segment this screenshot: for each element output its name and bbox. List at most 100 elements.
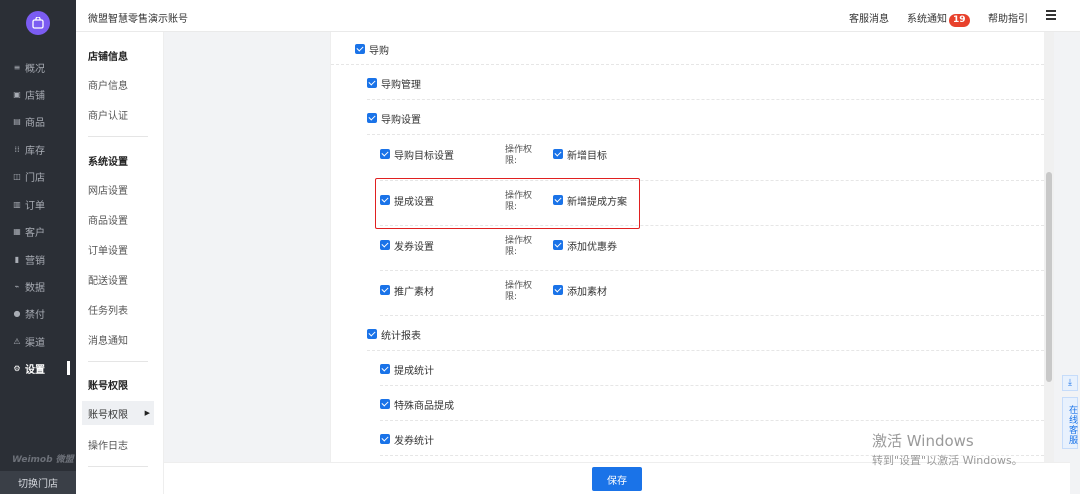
- subnav-item[interactable]: 配送设置: [88, 272, 128, 287]
- subnav-item[interactable]: 操作日志: [88, 437, 128, 452]
- nav-item-marketing[interactable]: ▮ 营销: [0, 248, 76, 270]
- inventory-icon: ⁞⁞: [14, 144, 20, 154]
- perm-label: 发券设置: [394, 242, 434, 253]
- divider: [88, 361, 148, 362]
- brand-logo: Weimob 微盟: [12, 455, 74, 465]
- subnav-item[interactable]: 商户信息: [88, 77, 128, 92]
- tree-row: 导购: [331, 32, 1044, 65]
- perm-action-label: 添加素材: [567, 287, 607, 298]
- tree-row: 导购目标设置 操作权限: 新增目标: [380, 135, 1044, 181]
- tree-row: 提成统计: [380, 351, 1044, 386]
- activation-watermark-text: 转到"设置"以激活 Windows。: [872, 454, 1023, 467]
- shop-icon: ◫: [13, 171, 21, 181]
- checkbox[interactable]: [367, 78, 377, 88]
- nav-item-shops[interactable]: ◫ 门店: [0, 165, 76, 187]
- perm-label: 统计报表: [381, 331, 421, 342]
- online-service-button[interactable]: 在线客服: [1062, 397, 1078, 449]
- gear-icon: ⚙: [13, 363, 21, 373]
- highlight-box: [375, 178, 640, 229]
- pay-icon: ●: [13, 308, 21, 318]
- help-link[interactable]: 帮助指引: [988, 10, 1028, 25]
- nav-item-customers[interactable]: ▦ 客户: [0, 220, 76, 242]
- nav-item-orders[interactable]: ▥ 订单: [0, 193, 76, 215]
- subnav-item[interactable]: 任务列表: [88, 302, 128, 317]
- customers-icon: ▦: [13, 226, 21, 236]
- operation-permission-label: 操作权限:: [505, 236, 533, 257]
- system-notice-link[interactable]: 系统通知 19: [907, 10, 970, 27]
- tree-row: 统计报表: [367, 316, 1044, 351]
- permission-tree-panel: 导购 导购管理 导购设置 导购目标设置 操作权限: 新增目标 提成设置 操作权限…: [330, 32, 1044, 462]
- caret-right-icon: ▶: [144, 409, 150, 417]
- checkbox[interactable]: [355, 44, 365, 54]
- perm-label: 特殊商品提成: [394, 401, 454, 412]
- checkbox[interactable]: [380, 285, 390, 295]
- subnav-group-title: 系统设置: [88, 157, 128, 168]
- checkbox[interactable]: [380, 240, 390, 250]
- scrollbar[interactable]: [1044, 32, 1054, 462]
- marketing-icon: ▮: [14, 254, 20, 264]
- subnav-item[interactable]: 消息通知: [88, 332, 128, 347]
- tree-row: 导购设置: [367, 100, 1044, 135]
- checkbox[interactable]: [380, 434, 390, 444]
- subnav-item[interactable]: 商户认证: [88, 107, 128, 122]
- nav-item-channels[interactable]: ⚠ 渠道: [0, 330, 76, 352]
- download-icon[interactable]: ⤓: [1062, 375, 1078, 391]
- checkbox[interactable]: [553, 149, 563, 159]
- perm-label: 导购设置: [381, 115, 421, 126]
- checkbox[interactable]: [380, 399, 390, 409]
- service-messages-link[interactable]: 客服消息: [849, 10, 889, 25]
- tree-row: 发券设置 操作权限: 添加优惠券: [380, 226, 1044, 271]
- notice-count-badge: 19: [949, 14, 970, 27]
- checkbox[interactable]: [553, 240, 563, 250]
- checkbox[interactable]: [367, 113, 377, 123]
- perm-label: 导购: [369, 46, 389, 57]
- subnav-group-title: 账号权限: [88, 381, 128, 392]
- save-button[interactable]: 保存: [592, 467, 642, 491]
- operation-permission-label: 操作权限:: [505, 281, 533, 302]
- subnav-item[interactable]: 网店设置: [88, 182, 128, 197]
- main-nav: ≡ 概况 ▣ 店铺 ▤ 商品 ⁞⁞ 库存 ◫ 门店 ▥ 订单 ▦ 客户 ▮ 营销 ⌁ 数据 ● 禁付…: [0, 0, 76, 494]
- checkbox[interactable]: [380, 149, 390, 159]
- nav-item-store[interactable]: ▣ 店铺: [0, 83, 76, 105]
- nav-item-inventory[interactable]: ⁞⁞ 库存: [0, 138, 76, 160]
- divider: [88, 136, 148, 137]
- checkbox[interactable]: [553, 285, 563, 295]
- nav-item-overview[interactable]: ≡ 概况: [0, 56, 76, 78]
- account-name: 微盟智慧零售演示账号: [88, 14, 188, 25]
- tree-row: 推广素材 操作权限: 添加素材: [380, 271, 1044, 316]
- perm-label: 导购目标设置: [394, 151, 454, 162]
- scrollbar-thumb[interactable]: [1046, 172, 1052, 382]
- data-icon: ⌁: [14, 281, 20, 291]
- nav-item-products[interactable]: ▤ 商品: [0, 110, 76, 132]
- subnav-item[interactable]: 订单设置: [88, 242, 128, 257]
- top-header: 微盟智慧零售演示账号 客服消息 系统通知 19 帮助指引: [76, 0, 1080, 32]
- app-logo-icon[interactable]: [26, 11, 50, 35]
- subnav-group-title: 店铺信息: [88, 52, 128, 63]
- nav-item-settings[interactable]: ⚙ 设置: [0, 357, 76, 379]
- products-icon: ▤: [13, 116, 21, 126]
- tree-row: 特殊商品提成: [380, 386, 1044, 421]
- perm-action-label: 添加优惠券: [567, 242, 617, 253]
- store-icon: ▣: [13, 89, 21, 99]
- menu-icon[interactable]: [1046, 10, 1056, 22]
- perm-action-label: 新增目标: [567, 151, 607, 162]
- channels-icon: ⚠: [13, 336, 21, 346]
- subnav-item[interactable]: 商品设置: [88, 212, 128, 227]
- checkbox[interactable]: [367, 329, 377, 339]
- activation-watermark-title: 激活 Windows: [872, 432, 974, 450]
- divider: [88, 466, 148, 467]
- orders-icon: ▥: [13, 199, 21, 209]
- overview-icon: ≡: [13, 62, 21, 72]
- tree-row: 导购管理: [367, 65, 1044, 100]
- nav-item-pay[interactable]: ● 禁付: [0, 302, 76, 324]
- operation-permission-label: 操作权限:: [505, 145, 533, 166]
- perm-label: 推广素材: [394, 287, 434, 298]
- nav-item-data[interactable]: ⌁ 数据: [0, 275, 76, 297]
- switch-store-button[interactable]: 切换门店: [0, 471, 76, 494]
- subnav-item-account-permissions[interactable]: 账号权限 ▶: [82, 401, 154, 425]
- perm-label: 发券统计: [394, 436, 434, 447]
- perm-label: 提成统计: [394, 366, 434, 377]
- perm-label: 导购管理: [381, 80, 421, 91]
- settings-subnav: 店铺信息 商户信息 商户认证 系统设置 网店设置 商品设置 订单设置 配送设置 …: [76, 32, 164, 494]
- checkbox[interactable]: [380, 364, 390, 374]
